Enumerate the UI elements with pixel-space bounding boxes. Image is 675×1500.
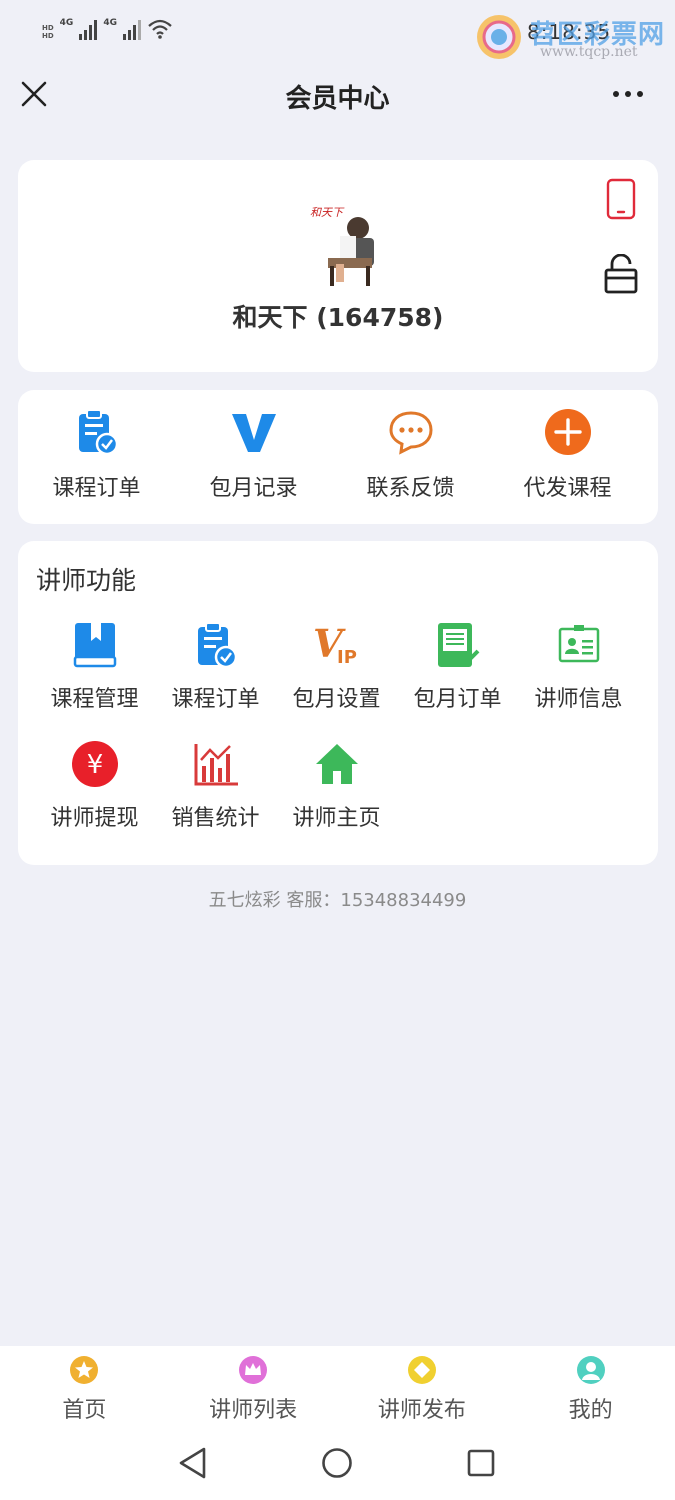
clipboard-check-icon [78, 409, 118, 456]
username: 和天下 (164758) [232, 303, 444, 332]
svg-text:IP: IP [337, 647, 357, 668]
quick-item-publish-course[interactable]: 代发课程 [489, 390, 646, 524]
quick-item-monthly-records[interactable]: 包月记录 [175, 390, 332, 524]
teacher-item-homepage[interactable]: 讲师主页 [276, 740, 397, 850]
tab-teacher-list[interactable]: 讲师列表 [169, 1346, 338, 1430]
quick-item-label: 联系反馈 [366, 476, 455, 501]
teacher-item-teacher-info[interactable]: 讲师信息 [518, 621, 639, 731]
document-check-icon [437, 623, 479, 667]
teacher-item-label: 讲师提现 [50, 806, 139, 831]
teacher-item-sales-stats[interactable]: 销售统计 [155, 740, 276, 850]
quick-item-course-orders[interactable]: 课程订单 [18, 390, 175, 524]
book-icon [73, 623, 116, 668]
more-options-icon[interactable] [610, 84, 646, 104]
watermark-logo [477, 15, 521, 59]
section-title: 讲师功能 [36, 566, 137, 595]
teacher-item-label: 包月设置 [292, 687, 381, 712]
signal-icon [79, 18, 98, 40]
home-icon [315, 744, 358, 784]
teacher-functions: 讲师功能 课程管理 课程订单 V IP 包月设置 包月订单 讲师信息 ¥ 讲师提… [18, 541, 658, 865]
customer-service-text: 五七炫彩 客服：15348834499 [208, 890, 467, 911]
home-button-icon[interactable] [321, 1447, 353, 1479]
tab-label: 首页 [62, 1398, 107, 1423]
chat-bubble-icon [388, 411, 433, 455]
vip-icon: V IP [313, 621, 357, 668]
teacher-item-withdraw[interactable]: ¥ 讲师提现 [34, 740, 155, 850]
plus-circle-icon [544, 409, 591, 455]
tab-label: 我的 [568, 1398, 613, 1423]
teacher-item-label: 包月订单 [413, 687, 502, 712]
tab-home[interactable]: 首页 [0, 1346, 169, 1430]
tab-teacher-publish[interactable]: 讲师发布 [338, 1346, 507, 1430]
user-icon [576, 1356, 605, 1384]
teacher-item-label: 讲师主页 [292, 806, 381, 831]
teacher-item-monthly-orders[interactable]: 包月订单 [397, 621, 518, 731]
system-navigation-bar [0, 1430, 675, 1500]
avatar-sign-text: 和天下 [310, 206, 345, 219]
tab-label: 讲师发布 [377, 1398, 466, 1423]
tab-mine[interactable]: 我的 [506, 1346, 675, 1430]
quick-item-label: 课程订单 [52, 476, 141, 501]
unlock-icon[interactable] [604, 254, 638, 294]
clipboard-check-icon [197, 622, 237, 669]
wifi-icon [148, 19, 172, 39]
bar-chart-icon [194, 744, 238, 786]
crown-icon [239, 1356, 268, 1384]
network-type-label: 4G [103, 18, 117, 28]
vip-v-icon [231, 414, 276, 452]
teacher-item-monthly-settings[interactable]: V IP 包月设置 [276, 621, 397, 731]
diamond-icon [407, 1356, 436, 1384]
teacher-item-label: 课程管理 [50, 687, 139, 712]
header: 会员中心 [0, 62, 675, 130]
teacher-item-label: 课程订单 [171, 687, 260, 712]
signal-indicators: HD HD 4G 4G [42, 18, 173, 40]
teacher-item-course-orders[interactable]: 课程订单 [155, 621, 276, 731]
id-card-icon [558, 625, 599, 663]
avatar[interactable]: 和天下 [308, 198, 388, 288]
quick-item-label: 包月记录 [209, 476, 298, 501]
yuan-coin-icon: ¥ [71, 741, 118, 787]
watermark-url: www.tqcp.net [540, 44, 638, 60]
recent-apps-icon[interactable] [466, 1448, 496, 1478]
profile-card: 和天下 和天下 (164758) [18, 160, 658, 372]
phone-icon[interactable] [606, 178, 636, 220]
star-icon [70, 1356, 99, 1384]
page-title: 会员中心 [285, 84, 390, 114]
svg-text:¥: ¥ [86, 750, 103, 780]
tab-label: 讲师列表 [209, 1398, 298, 1423]
quick-item-label: 代发课程 [523, 476, 612, 501]
quick-menu: 课程订单 包月记录 联系反馈 代发课程 [18, 390, 658, 524]
signal-icon [122, 18, 141, 40]
network-type-label: 4G [59, 18, 74, 28]
hd-badge: HD HD [42, 24, 54, 40]
teacher-item-label: 讲师信息 [534, 687, 623, 712]
teacher-item-label: 销售统计 [171, 806, 260, 831]
teacher-item-course-management[interactable]: 课程管理 [34, 621, 155, 731]
quick-item-feedback[interactable]: 联系反馈 [332, 390, 489, 524]
back-icon[interactable] [176, 1446, 210, 1480]
status-bar: HD HD 4G 4G 8:18:35 苕区彩票网 www.tqcp.net [0, 0, 675, 62]
tab-bar: 首页 讲师列表 讲师发布 我的 [0, 1346, 675, 1430]
